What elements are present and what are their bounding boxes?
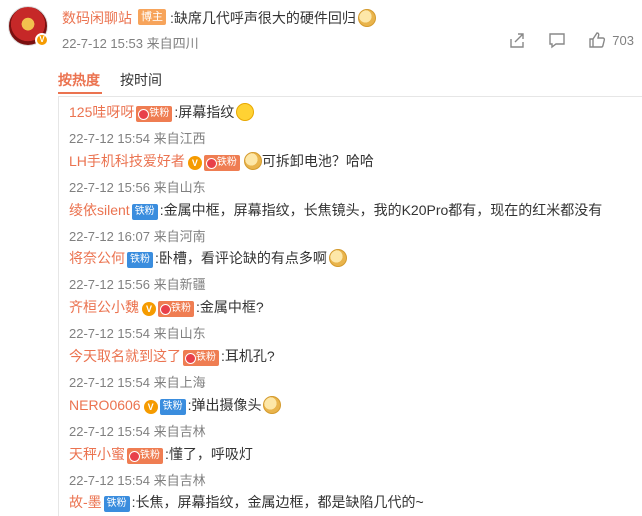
iron-fan-badge: 铁粉 bbox=[158, 301, 194, 317]
commenter-name[interactable]: NERO0606 bbox=[69, 397, 141, 413]
post-text: :缺席几代呼声很大的硬件回归 bbox=[170, 8, 376, 28]
like-button[interactable]: 703 bbox=[588, 31, 634, 49]
tab-sort-by-hot[interactable]: 按热度 bbox=[58, 70, 100, 90]
verified-badge-icon: V bbox=[35, 33, 49, 47]
fan-badge: 铁粉 bbox=[127, 252, 153, 268]
comment-meta: 22-7-12 16:07 来自河南 bbox=[69, 229, 206, 244]
fan-badge: 铁粉 bbox=[131, 204, 158, 220]
comment-text: :金属中框? bbox=[196, 299, 264, 315]
comment-meta: 22-7-12 15:56 来自新疆 bbox=[69, 277, 206, 292]
comment-item: 天秤小蜜 铁粉:懂了，呼吸灯 bbox=[69, 444, 253, 464]
comment-button[interactable] bbox=[548, 31, 566, 49]
comment-meta: 22-7-12 15:54 来自上海 bbox=[69, 375, 206, 390]
comment-item: 将奈公何 铁粉:卧槽，看评论缺的有点多啊 bbox=[69, 248, 347, 268]
doge-emoji-icon bbox=[263, 396, 282, 414]
comment-text: :卧槽，看评论缺的有点多啊 bbox=[155, 250, 327, 266]
comment-text: :懂了，呼吸灯 bbox=[165, 446, 253, 462]
commenter-name[interactable]: 将奈公何 bbox=[69, 250, 125, 266]
active-tab-indicator bbox=[58, 92, 102, 94]
post-location: 来自四川 bbox=[146, 36, 199, 51]
doge-emoji-icon bbox=[243, 152, 262, 170]
author-avatar[interactable]: V bbox=[8, 6, 49, 47]
comment-item: 绫依silent 铁粉:金属中框，屏幕指纹，长焦镜头，我的K20Pro都有，现在的… bbox=[69, 200, 602, 220]
fan-badge: 铁粉 bbox=[103, 496, 130, 512]
commenter-name[interactable]: 125哇呀呀 bbox=[69, 104, 134, 120]
commenter-name[interactable]: 今天取名就到这了 bbox=[69, 348, 181, 364]
doge-emoji-icon bbox=[328, 249, 347, 267]
post-time: 22-7-12 15:53 bbox=[62, 36, 143, 51]
comment-list: 125哇呀呀 铁粉:屏幕指纹 22-7-12 15:54 来自江西 LH手机科技爱… bbox=[58, 96, 642, 516]
comment-icon bbox=[549, 33, 565, 49]
comment-meta: 22-7-12 15:56 来自山东 bbox=[69, 180, 206, 195]
comment-item: 故-墨 铁粉:长焦，屏幕指纹，金属边框，都是缺陷几代的~ bbox=[69, 492, 424, 512]
iron-fan-badge: 铁粉 bbox=[127, 448, 163, 464]
tab-sort-by-time[interactable]: 按时间 bbox=[120, 70, 162, 90]
doge-emoji-icon bbox=[357, 9, 376, 27]
comment-meta: 22-7-12 15:54 来自山东 bbox=[69, 326, 206, 341]
iron-fan-badge: 铁粉 bbox=[183, 350, 219, 366]
comment-item: 齐桓公小魏 V 铁粉:金属中框? bbox=[69, 297, 264, 317]
verified-icon: V bbox=[142, 302, 156, 316]
thumbs-up-icon bbox=[589, 32, 606, 48]
blogger-tag: 博主 bbox=[138, 9, 166, 25]
comment-item: 今天取名就到这了 铁粉:耳机孔? bbox=[69, 346, 275, 366]
post-actions: 703 bbox=[508, 31, 634, 49]
post-author-name[interactable]: 数码闲聊站 bbox=[62, 8, 132, 28]
comment-item: LH手机科技爱好者 V 铁粉 可拆卸电池？哈哈 bbox=[69, 151, 374, 171]
smile-emoji-icon bbox=[236, 103, 255, 121]
share-button[interactable] bbox=[508, 31, 526, 49]
comment-text: :金属中框，屏幕指纹，长焦镜头，我的K20Pro都有，现在的红米都没有 bbox=[159, 202, 603, 218]
commenter-name[interactable]: 齐桓公小魏 bbox=[69, 299, 139, 315]
commenter-name[interactable]: 绫依silent bbox=[69, 202, 130, 218]
iron-fan-badge: 铁粉 bbox=[136, 106, 173, 122]
comment-meta: 22-7-12 15:54 来自江西 bbox=[69, 131, 206, 146]
comment-text: :耳机孔? bbox=[221, 348, 275, 364]
comment-sort-tabs: 按热度 按时间 bbox=[58, 70, 642, 94]
verified-icon: V bbox=[187, 156, 202, 170]
comment-text: :屏幕指纹 bbox=[174, 104, 235, 120]
fan-badge: 铁粉 bbox=[159, 399, 186, 415]
comment-text: 可拆卸电池？哈哈 bbox=[261, 153, 374, 169]
like-count: 703 bbox=[612, 32, 634, 48]
share-icon bbox=[510, 33, 524, 48]
commenter-name[interactable]: 故-墨 bbox=[69, 494, 102, 510]
comment-text: :长焦，屏幕指纹，金属边框，都是缺陷几代的~ bbox=[131, 494, 424, 510]
comment-text: :弹出摄像头 bbox=[187, 397, 262, 413]
iron-fan-badge: 铁粉 bbox=[203, 155, 240, 171]
verified-icon: V bbox=[143, 400, 158, 414]
commenter-name[interactable]: LH手机科技爱好者 bbox=[69, 153, 185, 169]
comment-item: 125哇呀呀 铁粉:屏幕指纹 bbox=[69, 102, 255, 122]
comment-meta: 22-7-12 15:54 来自吉林 bbox=[69, 424, 206, 439]
post-header: V 数码闲聊站 博主 :缺席几代呼声很大的硬件回归 22-7-12 15:53 … bbox=[0, 0, 642, 64]
commenter-name[interactable]: 天秤小蜜 bbox=[69, 446, 125, 462]
post-meta: 22-7-12 15:53 来自四川 bbox=[62, 33, 199, 52]
comment-item: NERO0606 V 铁粉:弹出摄像头 bbox=[69, 395, 282, 415]
comment-meta: 22-7-12 15:54 来自吉林 bbox=[69, 473, 206, 488]
